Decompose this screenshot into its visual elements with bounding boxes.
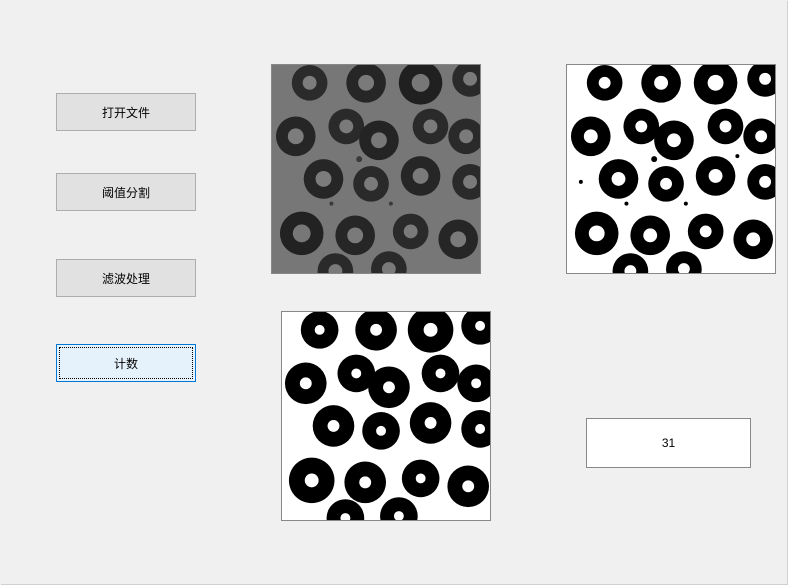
- open-file-button[interactable]: 打开文件: [56, 93, 196, 131]
- binary-cells-icon: [567, 65, 775, 273]
- threshold-label: 阈值分割: [102, 184, 150, 201]
- filtered-cells-icon: [282, 312, 490, 520]
- count-button[interactable]: 计数: [56, 344, 196, 382]
- open-file-label: 打开文件: [102, 104, 150, 121]
- image-original: [271, 64, 481, 274]
- microscopy-cells-icon: [272, 65, 480, 273]
- filter-button[interactable]: 滤波处理: [56, 259, 196, 297]
- image-filtered: [281, 311, 491, 521]
- main-panel: 打开文件 阈值分割 滤波处理 计数: [1, 1, 788, 585]
- count-result-box: 31: [586, 418, 751, 468]
- count-label: 计数: [114, 355, 138, 372]
- filter-label: 滤波处理: [102, 270, 150, 287]
- threshold-button[interactable]: 阈值分割: [56, 173, 196, 211]
- image-thresholded: [566, 64, 776, 274]
- count-result-value: 31: [662, 436, 675, 450]
